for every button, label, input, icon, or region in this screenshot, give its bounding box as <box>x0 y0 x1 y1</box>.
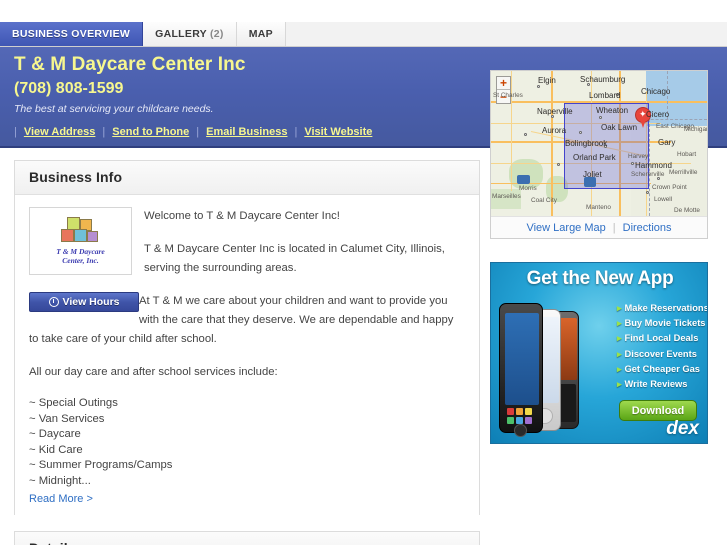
business-info-header: Business Info <box>15 161 479 195</box>
map-place-label: Hammond <box>635 161 672 170</box>
map-place-label: Michigan City <box>684 126 707 133</box>
logo-caption: T & M Daycare Center, Inc. <box>56 247 105 265</box>
map-place-label: Schaumburg <box>580 75 626 84</box>
list-item: ~ Special Outings <box>29 397 118 409</box>
ad-title: Get the New App <box>526 268 674 289</box>
map-place-label: Bolingbrook <box>565 139 608 148</box>
map-place-label: Elgin <box>538 76 556 85</box>
list-item: Find Local Deals <box>617 331 707 346</box>
logo-caption-line2: Center, Inc. <box>62 256 99 265</box>
read-more-link[interactable]: Read More > <box>29 493 93 505</box>
list-item: Write Reviews <box>617 377 707 392</box>
business-info-heading: Business Info <box>29 169 123 185</box>
map-place-label: Coal City <box>531 197 557 204</box>
map-place-label: Aurora <box>542 126 567 135</box>
map-place-label: Chicago <box>641 87 671 96</box>
list-item: ~ Summer Programs/Camps <box>29 459 173 471</box>
link-divider: | <box>14 126 17 138</box>
view-hours-button[interactable]: View Hours <box>29 292 139 312</box>
list-item: Get Cheaper Gas <box>617 362 707 377</box>
map-place-label: Morris <box>519 185 537 192</box>
phone-illustration-front <box>499 303 543 437</box>
list-item: Buy Movie Tickets <box>617 316 707 331</box>
email-business-link[interactable]: Email Business <box>206 126 287 138</box>
directions-link[interactable]: Directions <box>623 222 672 234</box>
map-zoom-controls: + − <box>496 76 511 104</box>
map-place-label: De Motte <box>674 207 700 214</box>
link-divider: | <box>102 126 106 138</box>
map-place-label: Joliet <box>583 170 602 179</box>
map-place-label: Marseilles <box>492 193 521 200</box>
map-place-label: Lowell <box>654 196 673 203</box>
advertisement-banner[interactable]: Get the New App Make Reserv <box>490 262 708 444</box>
map-place-label: Orland Park <box>573 153 616 162</box>
map-place-label: Lombard <box>589 91 621 100</box>
map-place-label: Naperville <box>537 107 573 116</box>
map-place-label: Harvey <box>628 153 649 160</box>
view-large-map-link[interactable]: View Large Map <box>526 222 605 234</box>
map-place-label: Wheaton <box>596 106 629 115</box>
page-root: BUSINESS OVERVIEW GALLERY (2) MAP T & M … <box>0 0 727 545</box>
view-address-link[interactable]: View Address <box>24 126 96 138</box>
ad-phones-image <box>497 295 615 437</box>
list-item: Make Reservations <box>617 301 707 316</box>
map-place-label: Cicero <box>646 110 670 119</box>
map-place-label: Hobart <box>677 151 697 158</box>
map-place-label: St Charles <box>493 92 523 99</box>
dex-logo: dex <box>666 418 699 439</box>
business-logo: T & M Daycare Center, Inc. <box>29 207 132 275</box>
map-place-label: Oak Lawn <box>601 123 638 132</box>
map-widget: ✦ + − Elgin Schaumburg Chicago St Charles Lo… <box>490 70 708 239</box>
details-heading: Details <box>29 540 465 545</box>
clock-icon <box>48 297 59 307</box>
list-item: ~ Daycare <box>29 428 81 440</box>
tab-bar: BUSINESS OVERVIEW GALLERY (2) MAP <box>0 22 727 47</box>
business-info-panel: Business Info T & M Daycare Center, Inc.… <box>14 160 480 515</box>
tab-label: GALLERY <box>155 28 207 40</box>
tab-label: BUSINESS OVERVIEW <box>12 28 131 40</box>
view-hours-label: View Hours <box>62 296 120 308</box>
ad-feature-list: Make Reservations Buy Movie Tickets Find… <box>617 301 707 392</box>
services-list: ~ Special Outings ~ Van Services ~ Dayca… <box>29 396 465 489</box>
tab-bar-filler <box>285 22 727 46</box>
map-place-label: Merrillville <box>669 169 698 176</box>
visit-website-link[interactable]: Visit Website <box>304 126 372 138</box>
list-item: ~ Van Services <box>29 412 105 425</box>
logo-caption-line1: T & M Daycare <box>56 247 105 256</box>
list-item: ~ Midnight... <box>29 474 91 487</box>
tab-gallery[interactable]: GALLERY (2) <box>143 22 237 46</box>
link-divider: | <box>196 126 200 138</box>
main-content-column: Business Info T & M Daycare Center, Inc.… <box>14 160 480 545</box>
list-item: ~ Kid Care <box>29 443 83 456</box>
send-to-phone-link[interactable]: Send to Phone <box>112 126 189 138</box>
building-blocks-icon <box>55 217 107 243</box>
map-place-label: Manteno <box>586 204 611 211</box>
map-image[interactable]: ✦ + − Elgin Schaumburg Chicago St Charles Lo… <box>491 71 707 216</box>
zoom-in-button[interactable]: + <box>497 77 510 90</box>
download-label: Download <box>631 404 685 417</box>
list-item: Discover Events <box>617 347 707 362</box>
tab-gallery-count: (2) <box>210 28 224 40</box>
tab-business-overview[interactable]: BUSINESS OVERVIEW <box>0 22 144 46</box>
map-place-label: Gary <box>658 138 676 147</box>
business-info-body: T & M Daycare Center, Inc. Welcome to T … <box>15 195 479 515</box>
tab-label: MAP <box>248 28 273 40</box>
map-place-label: Crown Point <box>652 184 687 191</box>
sidebar-column: ✦ + − Elgin Schaumburg Chicago St Charles Lo… <box>490 70 708 239</box>
map-place-label: Schererville <box>631 171 665 178</box>
map-footer-divider: | <box>612 221 616 234</box>
link-divider: | <box>294 126 298 138</box>
business-info-row: T & M Daycare Center, Inc. Welcome to T … <box>29 207 465 349</box>
tab-map[interactable]: MAP <box>236 22 286 46</box>
services-intro-paragraph: All our day care and after school servic… <box>29 366 278 378</box>
map-footer: View Large Map | Directions <box>491 216 707 238</box>
details-panel: Details Service Area Serving: South Subu… <box>14 531 480 545</box>
details-header: Details <box>15 532 479 545</box>
